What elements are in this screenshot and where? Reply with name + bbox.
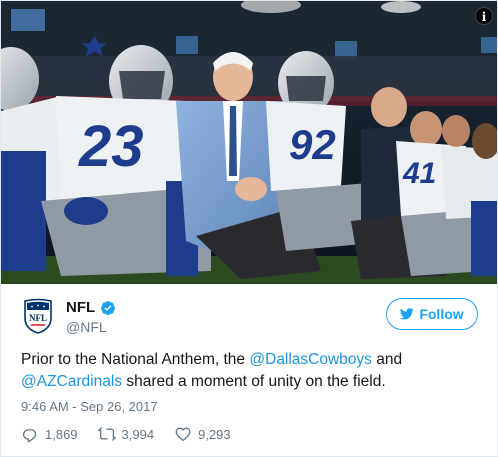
verified-badge-icon	[101, 300, 116, 315]
follow-label: Follow	[419, 306, 464, 322]
reply-icon	[22, 429, 37, 443]
tweet-card: 23 92 41 i NFL NFL @NFL Follow Prior to …	[0, 0, 498, 457]
tweet-actions: 1,869 3,994 9,293	[21, 425, 251, 443]
jersey-number-92: 92	[289, 121, 336, 168]
like-count: 9,293	[198, 426, 231, 442]
twitter-bird-icon	[400, 308, 415, 320]
tweet-text: Prior to the National Anthem, the @Dalla…	[21, 349, 481, 393]
like-button[interactable]: 9,293	[174, 425, 231, 443]
tweet-text-part2: and	[371, 351, 403, 368]
jersey-number-23: 23	[78, 114, 144, 179]
reply-button[interactable]: 1,869	[21, 425, 78, 443]
follow-button[interactable]: Follow	[386, 298, 478, 330]
tweet-text-part3: shared a moment of unity on the field.	[122, 373, 386, 390]
retweet-icon	[97, 427, 116, 441]
nfl-shield-logo[interactable]: NFL	[23, 298, 53, 334]
account-handle[interactable]: @NFL	[66, 319, 107, 335]
account-name[interactable]: NFL	[66, 299, 95, 316]
avatar-text: NFL	[29, 313, 47, 323]
mention-dallascowboys[interactable]: @DallasCowboys	[249, 351, 372, 368]
retweet-count: 3,994	[121, 426, 155, 442]
reply-count: 1,869	[45, 426, 78, 442]
tweet-text-part1: Prior to the National Anthem, the	[21, 351, 250, 368]
tweet-timestamp[interactable]: 9:46 AM - Sep 26, 2017	[21, 399, 158, 414]
retweet-button[interactable]: 3,994	[97, 425, 155, 443]
mention-azcardinals[interactable]: @AZCardinals	[21, 373, 122, 390]
tweet-header: NFL NFL @NFL Follow	[21, 298, 479, 340]
jersey-number-41: 41	[402, 157, 436, 190]
name-row: NFL	[66, 299, 116, 316]
tweet-photo[interactable]: 23 92 41 i	[1, 1, 497, 284]
heart-icon	[175, 427, 191, 442]
photo-illustration: 23 92 41	[1, 1, 497, 284]
info-icon[interactable]: i	[475, 7, 493, 25]
